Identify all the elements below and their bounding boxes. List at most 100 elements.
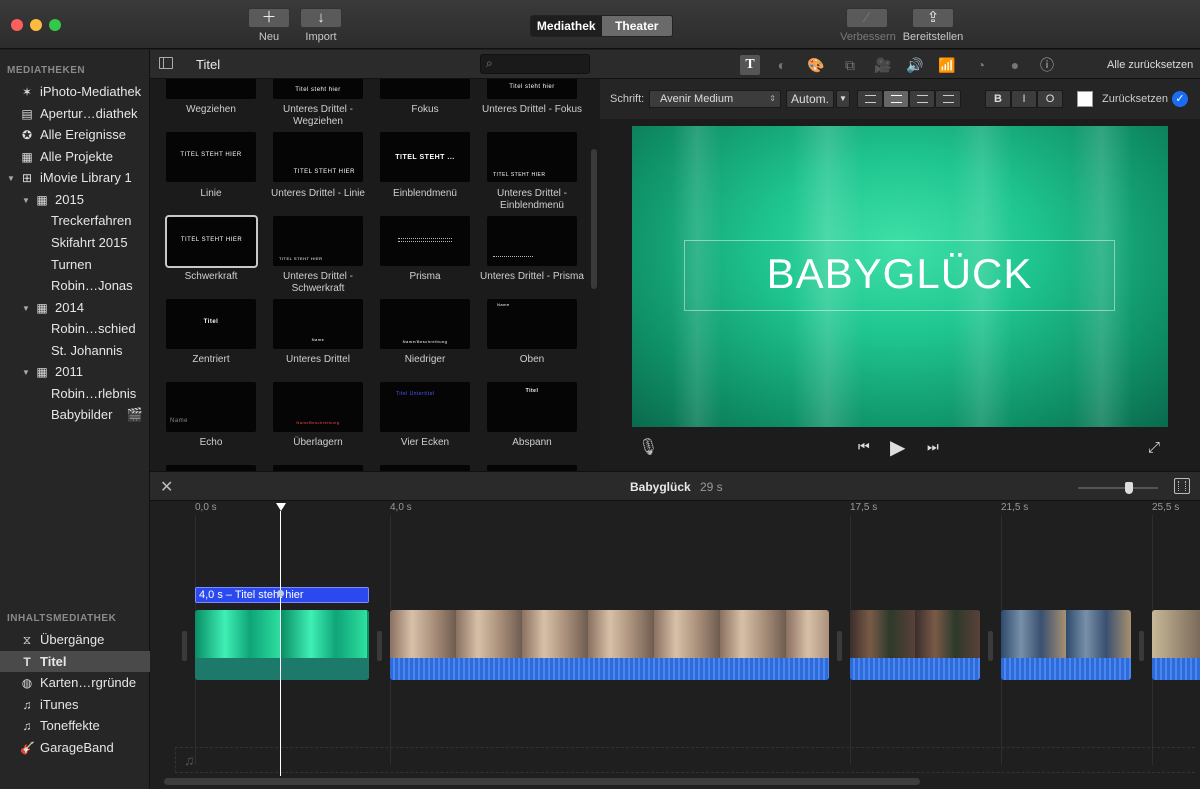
color-balance-icon[interactable]: ◐ [772,55,792,75]
noise-reduction-icon[interactable]: 📶 [937,55,957,75]
sidebar-item-all-events[interactable]: ✪ Alle Ereignisse [20,124,126,145]
outline-button[interactable]: O [1037,90,1063,108]
title-thumbnail[interactable]: Name [487,299,577,349]
clip-gap-handle[interactable] [837,631,842,661]
browser-scrollbar[interactable] [591,149,597,289]
new-button[interactable]: ＋ [248,8,290,28]
fullscreen-icon[interactable]: ⤢ [1148,439,1160,456]
sidebar-item-itunes[interactable]: ♫ iTunes [20,694,79,715]
title-thumbnail[interactable]: TITEL STEHT HIER [273,216,363,266]
title-thumbnail[interactable] [166,79,256,99]
font-size-field[interactable]: Autom. [786,90,834,108]
sidebar-item-2015[interactable]: ▦ 2015 [35,189,84,210]
disclosure-triangle-icon[interactable]: ▼ [22,196,30,205]
align-right-button[interactable] [909,90,935,108]
chevron-down-icon[interactable]: ▼ [836,90,850,108]
bold-button[interactable]: B [985,90,1011,108]
sidebar-item-aperture[interactable]: ▤ Apertur…diathek [20,103,137,124]
music-track[interactable]: ♫ [175,747,1195,773]
video-clip[interactable] [1152,610,1200,680]
title-thumbnail[interactable] [380,79,470,99]
sidebar-item-transitions[interactable]: ⧖ Übergänge [20,629,105,650]
search-input[interactable]: ⌕ [480,54,590,74]
title-thumbnail[interactable] [487,216,577,266]
title-thumbnail[interactable]: Titel [166,299,256,349]
disclosure-triangle-icon[interactable]: ▼ [22,368,30,377]
title-thumbnail-selected[interactable]: TITEL STEHT HIER [165,215,258,268]
enhance-button[interactable]: ⁄ [846,8,888,28]
import-button[interactable]: ↓ [300,8,342,28]
sidebar-item-event[interactable]: Robin…schied [51,318,136,339]
sidebar-item-imovie-library[interactable]: ⊞ iMovie Library 1 [20,167,132,188]
video-clip[interactable] [1001,610,1131,680]
background-clip[interactable] [195,610,369,680]
sidebar-item-event[interactable]: St. Johannis [51,340,123,361]
play-icon[interactable]: ▶ [890,435,905,460]
sidebar-item-event[interactable]: Turnen [51,254,92,275]
microphone-icon[interactable]: 🎙 [638,437,658,457]
title-thumbnail[interactable]: TITEL STEHT HIER [166,132,256,182]
font-select[interactable]: Avenir Medium ⇕ [649,90,781,108]
title-thumbnail[interactable]: Name/Beschreibung [380,299,470,349]
filmstrip-settings-icon[interactable] [1174,478,1190,494]
reset-button[interactable]: Zurücksetzen [1102,93,1168,105]
stabilization-icon[interactable]: 🎥 [873,55,893,75]
color-correction-icon[interactable]: 🎨 [806,55,826,75]
sidebar-item-sound-effects[interactable]: ♫ Toneffekte [20,715,100,736]
sidebar-item-event[interactable]: Robin…rlebnis [51,383,136,404]
title-tool-icon[interactable]: T [740,55,760,75]
timeline-scrollbar[interactable] [164,778,920,785]
title-overlay-text[interactable]: BABYGLÜCK [684,250,1115,298]
tab-theater[interactable]: Theater [601,16,672,36]
sidebar-item-garageband[interactable]: 🎸 GarageBand [20,737,114,758]
video-clip[interactable] [390,610,829,680]
disclosure-triangle-icon[interactable]: ▼ [7,174,15,183]
crop-icon[interactable]: ⧉ [840,55,860,75]
close-window-button[interactable] [11,19,23,31]
title-thumbnail[interactable]: Name [166,382,256,432]
sidebar-item-maps-backgrounds[interactable]: ◍ Karten…rgründe [20,672,136,693]
title-thumbnail[interactable]: Titel [487,382,577,432]
title-thumbnail[interactable]: TITEL STEHT HIER [273,132,363,182]
clip-filter-icon[interactable]: ● [1005,55,1025,75]
zoom-slider-track[interactable] [1078,487,1158,489]
clip-gap-handle[interactable] [182,631,187,661]
tab-mediathek[interactable]: Mediathek [531,16,602,36]
skip-forward-icon[interactable]: ⏭ [927,439,939,455]
sidebar-item-all-projects[interactable]: ▦ Alle Projekte [20,146,113,167]
minimize-window-button[interactable] [30,19,42,31]
share-button[interactable]: ⇪ [912,8,954,28]
sidebar-item-iphoto[interactable]: ✶ iPhoto-Mediathek [20,81,141,102]
skip-back-icon[interactable]: ⏮ [858,439,870,455]
close-icon[interactable]: ✕ [160,477,173,497]
sidebar-toggle-icon[interactable] [159,57,173,69]
title-thumbnail[interactable]: NameBeschreibung [273,382,363,432]
sidebar-item-event[interactable]: Skifahrt 2015 [51,232,128,253]
video-preview[interactable]: BABYGLÜCK [632,126,1168,427]
sidebar-item-event[interactable]: Treckerfahren [51,210,131,231]
title-thumbnail[interactable] [380,216,470,266]
sidebar-item-2011[interactable]: ▦ 2011 [35,361,83,382]
justify-button[interactable] [935,90,961,108]
disclosure-triangle-icon[interactable]: ▼ [22,304,30,313]
title-thumbnail[interactable]: TITEL STEHT ... [380,132,470,182]
zoom-window-button[interactable] [49,19,61,31]
playhead[interactable] [280,511,281,776]
info-icon[interactable]: ⓘ [1037,55,1057,75]
sidebar-item-2014[interactable]: ▦ 2014 [35,297,84,318]
video-clip[interactable] [850,610,980,680]
clip-gap-handle[interactable] [1139,631,1144,661]
title-thumbnail[interactable]: Name [273,299,363,349]
text-color-well[interactable] [1077,91,1093,107]
zoom-slider-thumb[interactable] [1125,482,1133,494]
checkmark-icon[interactable]: ✓ [1172,91,1188,107]
title-thumbnail[interactable]: TITEL STEHT HIER [487,132,577,182]
italic-button[interactable]: I [1011,90,1037,108]
title-thumbnail[interactable]: Titel steht hier [273,79,363,99]
align-left-button[interactable] [857,90,883,108]
reset-all-button[interactable]: Alle zurücksetzen [1107,59,1193,71]
playhead-triangle-icon[interactable] [276,503,286,511]
sidebar-item-babybilder[interactable]: Babybilder 🎬 [51,404,143,425]
clip-gap-handle[interactable] [377,631,382,661]
title-thumbnail[interactable]: Titel Untertitel [380,382,470,432]
